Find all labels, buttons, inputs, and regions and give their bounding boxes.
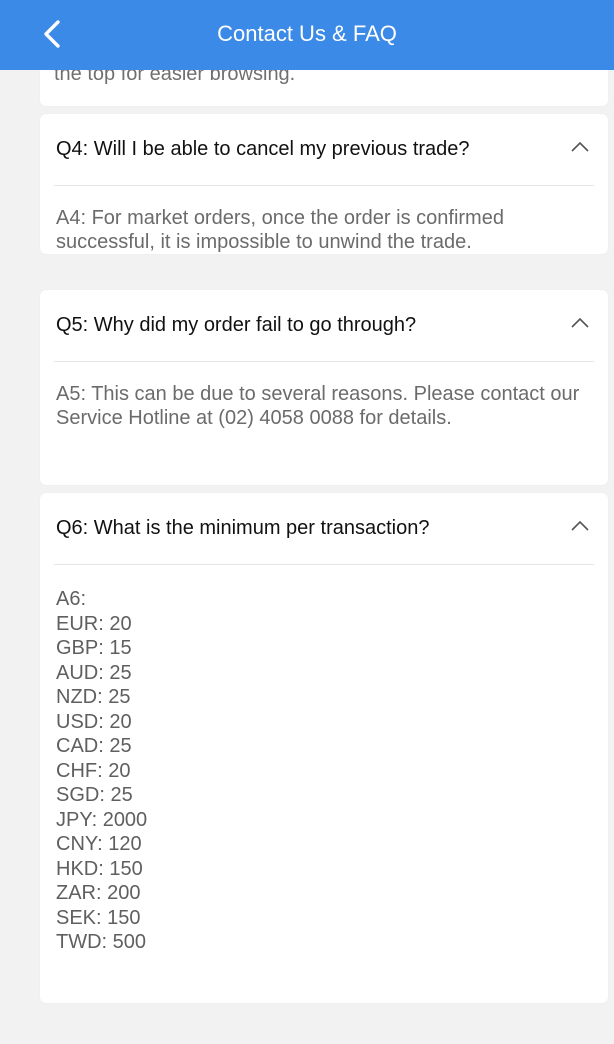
answer-line: CNY: 120	[56, 833, 142, 855]
faq-question-row[interactable]: Q5: Why did my order fail to go through?	[54, 290, 594, 362]
answer-line: SGD: 25	[56, 784, 133, 806]
answer-line: EUR: 20	[56, 612, 132, 635]
answer-line: GBP: 15	[56, 637, 132, 659]
answer-line: AUD: 25	[56, 661, 132, 684]
faq-answer: A5: This can be due to several reasons. …	[56, 383, 580, 429]
answer-line: JPY: 2000	[56, 808, 148, 831]
faq-question: Q4: Will I be able to cancel my previous…	[56, 138, 470, 160]
answer-line: SEK: 150	[56, 906, 141, 929]
nav-header: Contact Us & FAQ	[0, 0, 614, 70]
answer-line: A6:	[56, 588, 87, 610]
faq-answer-list: A6: EUR: 20 GBP: 15 AUD: 25 NZD: 25 USD:…	[40, 565, 608, 955]
faq-card-q4: Q4: Will I be able to cancel my previous…	[40, 114, 608, 254]
answer-line: USD: 20	[56, 710, 132, 733]
faq-card-q6: Q6: What is the minimum per transaction?…	[40, 493, 608, 1003]
faq-card-q5: Q5: Why did my order fail to go through?…	[40, 290, 608, 485]
faq-question-row[interactable]: Q6: What is the minimum per transaction?	[54, 493, 594, 565]
chevron-up-icon[interactable]	[570, 316, 590, 330]
faq-question-row[interactable]: Q4: Will I be able to cancel my previous…	[54, 114, 594, 186]
faq-scroll-area[interactable]: the top for easier browsing. Q4: Will I …	[0, 0, 614, 1044]
chevron-up-icon[interactable]	[570, 519, 590, 533]
answer-line: ZAR: 200	[56, 882, 141, 904]
answer-line: NZD: 25	[56, 686, 131, 708]
faq-answer: A4: For market orders, once the order is…	[56, 207, 504, 253]
answer-line: HKD: 150	[56, 857, 143, 880]
answer-line: CAD: 25	[56, 735, 132, 757]
chevron-up-icon[interactable]	[570, 140, 590, 154]
faq-question: Q6: What is the minimum per transaction?	[56, 517, 430, 539]
page-title: Contact Us & FAQ	[217, 21, 397, 46]
answer-line: CHF: 20	[56, 759, 131, 782]
answer-line: TWD: 500	[56, 931, 147, 953]
faq-question: Q5: Why did my order fail to go through?	[56, 314, 417, 336]
